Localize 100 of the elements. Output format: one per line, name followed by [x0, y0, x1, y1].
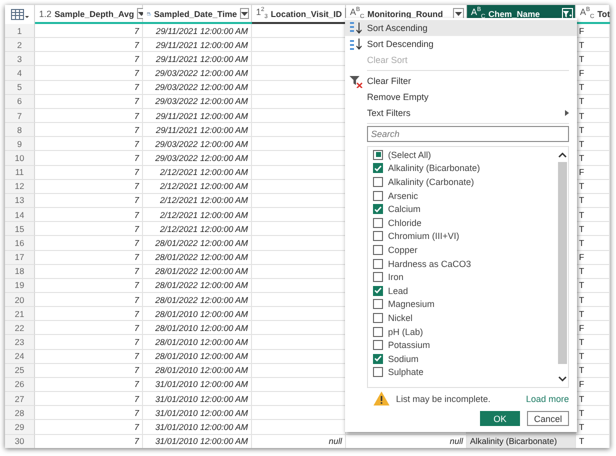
table-cell: 7: [35, 38, 143, 52]
row-number: 15: [5, 222, 35, 236]
table-cell: 28/01/2022 12:00:00 AM: [143, 250, 252, 265]
row-number: 17: [5, 250, 35, 265]
table-cell: 29/11/2021 12:00:00 AM: [143, 38, 252, 52]
checkbox[interactable]: [373, 354, 383, 364]
table-cell: 7: [35, 307, 143, 322]
table-cell: 7: [35, 180, 143, 194]
checkbox[interactable]: [373, 163, 383, 174]
cancel-button[interactable]: Cancel: [527, 411, 569, 426]
table-cell: 7: [35, 264, 143, 279]
ok-button[interactable]: OK: [480, 411, 520, 426]
row-number: 14: [5, 208, 35, 222]
value-list-item[interactable]: Iron: [373, 270, 557, 284]
row-number: 2: [5, 38, 35, 52]
column-header[interactable]: A$^{B}$$_{C}$ Tot: [576, 5, 610, 22]
checkbox[interactable]: [373, 326, 383, 337]
sort-descending-icon: [349, 38, 363, 50]
checkbox[interactable]: [373, 150, 383, 160]
checkbox[interactable]: [373, 340, 383, 350]
menu-item[interactable]: Remove Empty: [345, 89, 577, 105]
value-list-item[interactable]: Sulphate: [373, 366, 557, 380]
checkbox[interactable]: [373, 286, 383, 296]
table-cell: 28/01/2010 12:00:00 AM: [143, 350, 252, 364]
load-more-link[interactable]: Load more: [526, 394, 569, 404]
column-header[interactable]: Sampled_Date_Time: [143, 5, 252, 22]
type-label: 1.2: [39, 8, 52, 18]
value-list-item[interactable]: (Select All): [373, 148, 557, 162]
submenu-arrow-icon: [565, 110, 569, 116]
table-cell: 28/01/2010 12:00:00 AM: [143, 321, 252, 336]
table-cell: 28/01/2022 12:00:00 AM: [143, 278, 252, 293]
table-cell: 7: [35, 208, 143, 222]
value-list-item[interactable]: Magnesium: [373, 298, 557, 312]
dropdown-button[interactable]: [240, 8, 249, 19]
checkbox[interactable]: [373, 231, 383, 242]
table-cell: Alkalinity (Bicarbonate): [467, 434, 576, 448]
table-cell: 7: [35, 123, 143, 138]
menu-item[interactable]: Sort Ascending: [345, 20, 577, 36]
menu-item[interactable]: Text Filters: [345, 105, 577, 121]
checkbox[interactable]: [373, 190, 383, 201]
table-cell: 28/01/2022 12:00:00 AM: [143, 292, 252, 308]
row-number: 19: [5, 278, 35, 293]
row-number: 21: [5, 307, 35, 322]
checkbox[interactable]: [373, 312, 383, 323]
table-cell: 7: [35, 250, 143, 265]
table-cell: 7: [35, 222, 143, 236]
table-menu-button[interactable]: [5, 5, 35, 24]
row-number: 20: [5, 292, 35, 308]
checkbox[interactable]: [373, 204, 383, 214]
value-list-item[interactable]: Lead: [373, 284, 557, 298]
table-cell: 31/01/2010 12:00:00 AM: [143, 434, 252, 448]
table-cell: 7: [35, 80, 143, 95]
scrollbar-thumb[interactable]: [558, 162, 567, 364]
table-cell: T: [576, 434, 610, 448]
checkmark-icon: [374, 164, 382, 172]
column-header[interactable]: 1.2 Sample_Depth_Avg: [35, 5, 143, 22]
table-cell: 2/12/2021 12:00:00 AM: [143, 208, 252, 222]
dropdown-button[interactable]: [453, 8, 464, 19]
table-cell: 7: [35, 108, 143, 124]
checkbox[interactable]: [373, 258, 383, 269]
value-list-item[interactable]: pH (Lab): [373, 324, 557, 338]
table-cell: 29/03/2022 12:00:00 AM: [143, 94, 252, 109]
clear-filter-icon: [349, 74, 363, 88]
value-list-item[interactable]: Nickel: [373, 311, 557, 325]
value-list-item[interactable]: Alkalinity (Bicarbonate): [373, 162, 557, 176]
row-number: 27: [5, 392, 35, 406]
table-cell: 31/01/2010 12:00:00 AM: [143, 392, 252, 406]
warning-icon: [373, 391, 390, 406]
row-number: 11: [5, 166, 35, 180]
value-list-item[interactable]: Calcium: [373, 202, 557, 216]
checkbox[interactable]: [373, 367, 383, 378]
value-list-item[interactable]: Potassium: [373, 338, 557, 352]
value-list-item[interactable]: Chloride: [373, 216, 557, 230]
row-number: 26: [5, 378, 35, 392]
table-cell: 7: [35, 236, 143, 250]
row-number: 1: [5, 24, 35, 38]
caret-icon: [455, 12, 462, 16]
menu-item[interactable]: Clear Filter: [345, 73, 577, 89]
table-cell: 7: [35, 52, 143, 66]
search-field[interactable]: Search: [367, 126, 569, 142]
table-cell: 29/11/2021 12:00:00 AM: [143, 108, 252, 124]
checkbox[interactable]: [373, 218, 383, 228]
table-cell: 29/03/2022 12:00:00 AM: [143, 66, 252, 81]
checkbox[interactable]: [373, 272, 383, 282]
table-cell: 7: [35, 350, 143, 364]
row-number: 25: [5, 364, 35, 378]
table-cell: 7: [35, 420, 143, 435]
checkmark-icon: [374, 287, 382, 294]
value-list-item[interactable]: Alkalinity (Carbonate): [373, 175, 557, 189]
value-list-item[interactable]: Sodium: [373, 352, 557, 366]
value-list-item[interactable]: Arsenic: [373, 188, 557, 202]
checkbox[interactable]: [373, 299, 383, 310]
value-list-item[interactable]: Chromium (III+VI): [373, 230, 557, 244]
menu-item[interactable]: Sort Descending: [345, 36, 577, 52]
row-number: 7: [5, 108, 35, 124]
table-cell: 7: [35, 292, 143, 308]
checkbox[interactable]: [373, 176, 383, 187]
value-list-item[interactable]: Copper: [373, 243, 557, 257]
value-list-item[interactable]: Hardness as CaCO3: [373, 256, 557, 270]
checkbox[interactable]: [373, 244, 383, 255]
